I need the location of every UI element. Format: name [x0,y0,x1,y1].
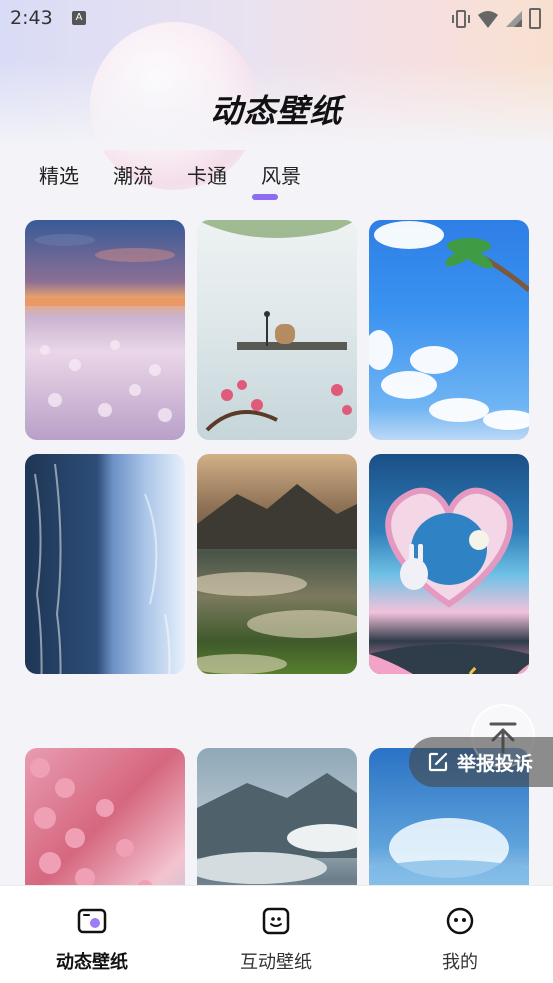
nav-label-profile: 我的 [442,952,478,973]
wifi-icon [478,10,498,28]
battery-icon [529,8,541,29]
nav-label-interactive-wallpaper: 互动壁纸 [240,952,312,973]
report-complaint-label: 举报投诉 [457,752,534,775]
wallpaper-tile-rose-wall[interactable] [25,748,185,885]
wallpaper-tile-boat-lake[interactable] [197,220,357,440]
interactive-wallpaper-icon [262,907,290,935]
report-complaint-button[interactable]: 举报投诉 [409,737,553,787]
signal-icon [506,10,522,27]
mountain-clouds-image [197,773,357,884]
rose-wall-image [30,758,153,885]
wallpaper-tile-cartoon-rabbit[interactable] [369,454,529,674]
wallpaper-tile-ocean-aerial[interactable] [25,454,185,674]
wallpaper-tile-palm-sky[interactable] [369,220,529,440]
wallpaper-tile-mountain-clouds[interactable] [197,748,357,885]
mountain-valley-image [197,484,357,674]
active-tab-indicator [252,194,278,200]
status-bar: 2:43 A [0,0,553,38]
wallpaper-tile-mountain-valley[interactable] [197,454,357,674]
wallpaper-tile-flower-field[interactable] [25,220,185,440]
status-icons [451,8,541,29]
dynamic-wallpaper-icon [77,908,107,934]
notification-a-icon: A [72,11,86,25]
tab-cartoon[interactable]: 卡通 [170,160,244,200]
vibrate-icon [452,9,470,28]
nav-item-dynamic-wallpaper[interactable]: 动态壁纸 [0,906,184,974]
page-title: 动态壁纸 [210,92,343,130]
ocean-aerial-image [34,463,171,674]
status-time: 2:43 [10,7,53,29]
palm-sky-image [369,221,529,430]
nav-item-interactive-wallpaper[interactable]: 互动壁纸 [184,906,368,974]
nav-label-dynamic-wallpaper: 动态壁纸 [56,952,128,973]
edit-report-icon [428,752,448,772]
boat-lake-image [197,220,357,432]
bottom-navigation: 动态壁纸 互动壁纸 我的 [0,885,553,983]
nav-item-profile[interactable]: 我的 [368,906,552,974]
flower-field-image [25,234,185,422]
cartoon-rabbit-image [369,487,529,674]
tab-featured[interactable]: 精选 [22,160,96,200]
profile-face-icon [446,907,474,935]
tab-trendy[interactable]: 潮流 [96,160,170,200]
